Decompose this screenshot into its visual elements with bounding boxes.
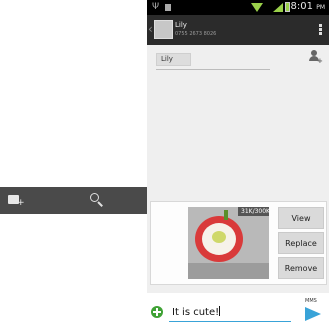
bottom-toolbar: + (0, 187, 147, 214)
screen: + Ψ 8:01 PM ‹ Lily 0755 2673 8026 Lily +… (0, 0, 329, 324)
message-composer: It is cute! MMS (147, 293, 329, 324)
back-chevron-icon[interactable]: ‹ (148, 22, 153, 36)
recipient-chip-label: Lily (161, 55, 173, 63)
contact-number: 0755 2673 8026 (175, 31, 217, 37)
recipient-field: Lily + (147, 45, 329, 75)
compose-icon[interactable]: + (8, 193, 25, 208)
send-icon[interactable] (305, 307, 321, 321)
replace-button[interactable]: Replace (278, 232, 324, 254)
attachment-size-badge: 31K/300K (238, 207, 269, 216)
message-input[interactable]: It is cute! (172, 306, 221, 318)
battery-icon (285, 2, 290, 12)
contact-name: Lily (175, 21, 187, 29)
mms-label: MMS (305, 298, 317, 304)
overflow-menu-icon[interactable] (319, 24, 322, 36)
sd-card-icon (165, 4, 171, 11)
conversation-header: ‹ Lily 0755 2673 8026 (147, 15, 329, 45)
clock: 8:01 PM (290, 1, 325, 12)
view-button[interactable]: View (278, 207, 324, 229)
status-bar: Ψ 8:01 PM (147, 0, 329, 15)
avatar[interactable] (154, 20, 173, 39)
signal-icon (273, 3, 283, 12)
attachment-panel: 31K/300K View Replace Remove (150, 201, 327, 285)
wifi-icon (251, 3, 263, 12)
phone-screen: Ψ 8:01 PM ‹ Lily 0755 2673 8026 Lily + 3… (147, 0, 329, 324)
usb-icon: Ψ (152, 2, 160, 12)
add-contact-icon[interactable]: + (309, 50, 323, 65)
input-underline (169, 321, 291, 322)
recipient-chip[interactable]: Lily (156, 53, 191, 66)
attachment-thumbnail[interactable]: 31K/300K (188, 207, 269, 279)
search-icon[interactable] (90, 193, 106, 207)
remove-button[interactable]: Remove (278, 257, 324, 279)
add-attachment-icon[interactable] (151, 306, 163, 318)
recipient-underline (156, 69, 270, 70)
